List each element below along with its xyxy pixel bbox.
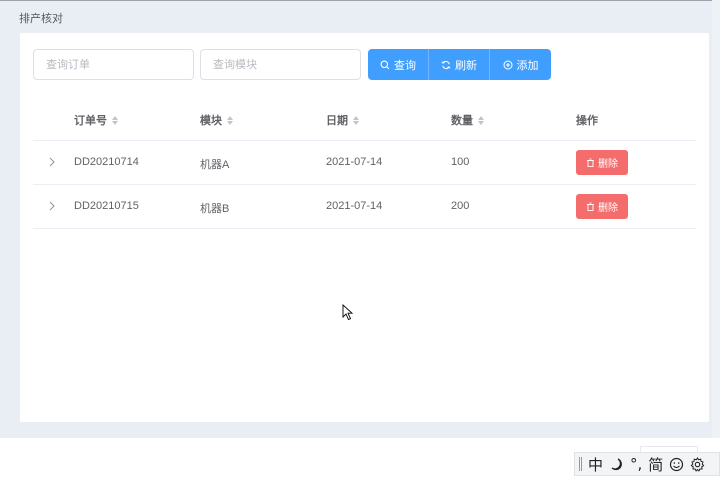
sort-icon[interactable] bbox=[227, 115, 233, 125]
toolbar-button-group: 查询 刷新 添加 bbox=[368, 49, 551, 80]
ime-mode-toggle[interactable]: 中 bbox=[588, 454, 603, 475]
smiley-icon[interactable] bbox=[669, 457, 684, 472]
cell-order: DD20210715 bbox=[74, 200, 139, 212]
gear-icon[interactable] bbox=[690, 456, 705, 472]
add-button[interactable]: 添加 bbox=[490, 49, 551, 80]
search-button-label: 查询 bbox=[394, 59, 416, 72]
table-row: DD20210714 机器A 2021-07-14 100 删除 bbox=[33, 141, 696, 185]
content-card: 查询 刷新 添加 bbox=[20, 33, 709, 422]
ime-toolbar: 中 °, 简 bbox=[574, 452, 720, 476]
trash-icon bbox=[587, 202, 594, 211]
mouse-cursor-icon bbox=[342, 304, 354, 321]
sort-icon[interactable] bbox=[112, 115, 118, 125]
chevron-right-icon[interactable] bbox=[47, 155, 57, 169]
search-button[interactable]: 查询 bbox=[368, 49, 429, 80]
app-area: 排产核对 查询 刷新 bbox=[0, 0, 720, 438]
ime-punctuation-toggle[interactable]: °, bbox=[630, 455, 642, 473]
plus-circle-icon bbox=[503, 60, 512, 69]
scrollbar-track[interactable] bbox=[712, 0, 720, 438]
cell-quantity: 100 bbox=[451, 156, 470, 168]
delete-button[interactable]: 删除 bbox=[576, 150, 628, 175]
page-title: 排产核对 bbox=[19, 13, 63, 25]
refresh-button[interactable]: 刷新 bbox=[429, 49, 490, 80]
cell-quantity: 200 bbox=[451, 200, 470, 212]
chevron-right-icon[interactable] bbox=[47, 199, 57, 213]
table-row: DD20210715 机器B 2021-07-14 200 删除 bbox=[33, 185, 696, 229]
sort-icon[interactable] bbox=[353, 115, 359, 125]
top-border bbox=[0, 0, 720, 1]
ime-drag-handle[interactable] bbox=[579, 457, 582, 471]
sort-icon[interactable] bbox=[478, 115, 484, 125]
table-header: 订单号 模块 日期 数量 操作 bbox=[33, 96, 696, 141]
cell-order: DD20210714 bbox=[74, 156, 139, 168]
column-header-quantity[interactable]: 数量 bbox=[451, 112, 484, 128]
column-header-date[interactable]: 日期 bbox=[326, 112, 359, 128]
column-header-actions: 操作 bbox=[576, 115, 598, 127]
module-search-input[interactable] bbox=[200, 49, 361, 80]
add-button-label: 添加 bbox=[516, 59, 539, 72]
cell-date: 2021-07-14 bbox=[326, 200, 383, 212]
refresh-button-label: 刷新 bbox=[455, 59, 477, 72]
order-search-input[interactable] bbox=[33, 49, 194, 80]
trash-icon bbox=[587, 158, 594, 167]
delete-button[interactable]: 删除 bbox=[576, 194, 628, 219]
cell-module: 机器B bbox=[200, 203, 230, 215]
ime-charset-toggle[interactable]: 简 bbox=[648, 454, 663, 475]
column-header-module[interactable]: 模块 bbox=[200, 112, 233, 128]
search-icon bbox=[380, 60, 390, 69]
cell-date: 2021-07-14 bbox=[326, 156, 383, 168]
moon-icon[interactable] bbox=[609, 457, 624, 472]
order-table: 订单号 模块 日期 数量 操作 DD20210714 机器A 2021-07-1… bbox=[33, 96, 696, 229]
cell-module: 机器A bbox=[200, 159, 230, 171]
refresh-icon bbox=[441, 60, 451, 69]
column-header-order[interactable]: 订单号 bbox=[74, 112, 118, 128]
